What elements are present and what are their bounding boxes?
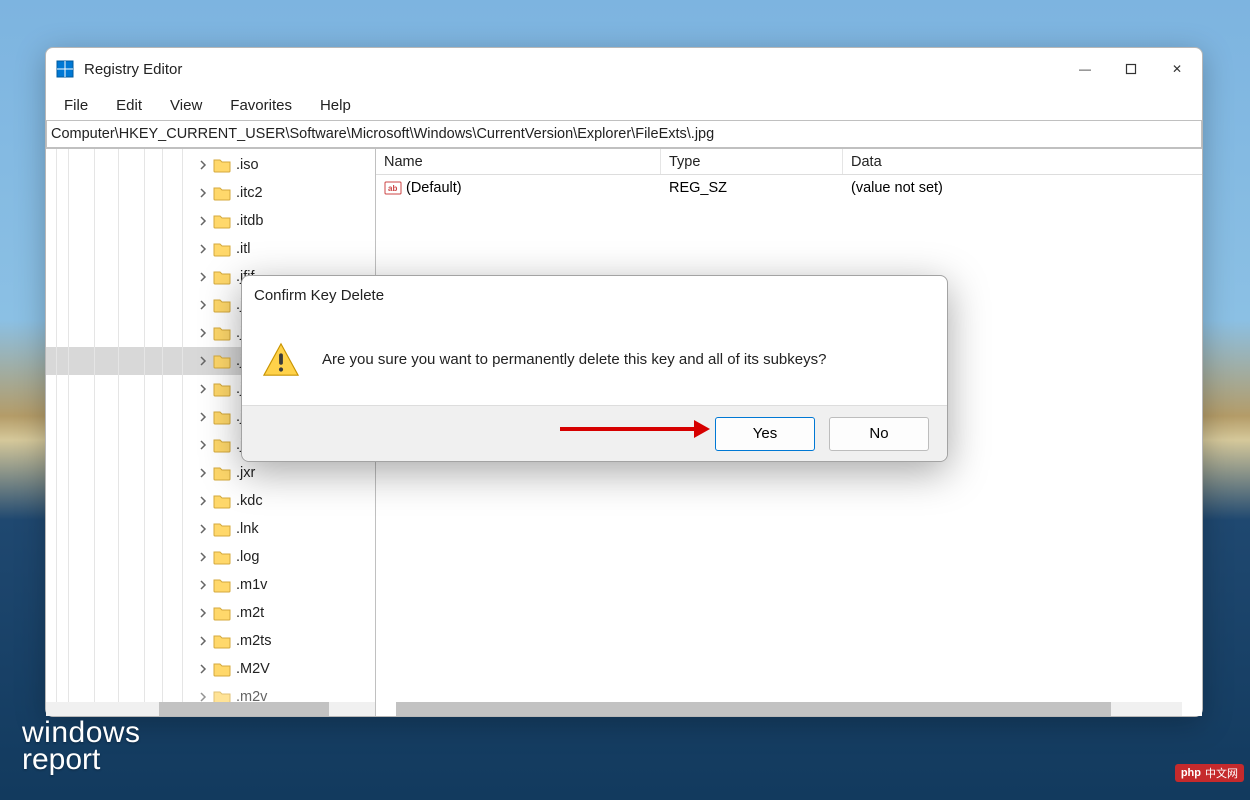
tree-item[interactable]: .m2ts <box>46 627 375 655</box>
folder-icon <box>213 185 231 201</box>
address-path[interactable]: Computer\HKEY_CURRENT_USER\Software\Micr… <box>47 124 1201 144</box>
folder-icon <box>213 297 231 313</box>
chevron-right-icon[interactable] <box>196 158 210 172</box>
chevron-right-icon[interactable] <box>196 326 210 340</box>
tree-item[interactable]: .itdb <box>46 207 375 235</box>
folder-icon <box>213 661 231 677</box>
tree-item-label: .M2V <box>236 661 270 677</box>
chevron-right-icon[interactable] <box>196 354 210 368</box>
titlebar: Registry Editor — ✕ <box>46 48 1202 90</box>
tree-item[interactable]: .jxr <box>46 459 375 487</box>
chevron-right-icon[interactable] <box>196 522 210 536</box>
chevron-right-icon[interactable] <box>196 214 210 228</box>
chevron-right-icon[interactable] <box>196 578 210 592</box>
folder-icon <box>213 437 231 453</box>
tree-horizontal-scrollbar[interactable] <box>46 702 376 716</box>
column-header-type[interactable]: Type <box>661 149 843 174</box>
folder-icon <box>213 381 231 397</box>
minimize-button[interactable]: — <box>1062 48 1108 90</box>
address-bar[interactable]: Computer\HKEY_CURRENT_USER\Software\Micr… <box>46 120 1202 148</box>
chevron-right-icon[interactable] <box>196 550 210 564</box>
tree-item-label: .log <box>236 549 259 565</box>
regedit-icon <box>56 60 74 78</box>
yes-button[interactable]: Yes <box>715 417 815 451</box>
chevron-right-icon[interactable] <box>196 382 210 396</box>
tree-item[interactable]: .M2V <box>46 655 375 683</box>
folder-icon <box>213 157 231 173</box>
tree-item-label: .itdb <box>236 213 263 229</box>
menubar: File Edit View Favorites Help <box>46 90 1202 120</box>
chevron-right-icon[interactable] <box>196 634 210 648</box>
chevron-right-icon[interactable] <box>196 410 210 424</box>
menu-help[interactable]: Help <box>306 95 365 116</box>
folder-icon <box>213 465 231 481</box>
folder-icon <box>213 241 231 257</box>
watermark-php-badge: php 中文网 <box>1175 764 1244 782</box>
tree-item[interactable]: .itc2 <box>46 179 375 207</box>
watermark-windows-report: windows report <box>22 719 141 774</box>
tree-item[interactable]: .iso <box>46 151 375 179</box>
tree-item[interactable]: .lnk <box>46 515 375 543</box>
window-title: Registry Editor <box>84 61 182 78</box>
menu-view[interactable]: View <box>156 95 216 116</box>
tree-item-label: .m1v <box>236 577 267 593</box>
values-horizontal-scrollbar[interactable] <box>396 702 1182 716</box>
maximize-button[interactable] <box>1108 48 1154 90</box>
folder-icon <box>213 269 231 285</box>
folder-icon <box>213 605 231 621</box>
chevron-right-icon[interactable] <box>196 438 210 452</box>
folder-icon <box>213 325 231 341</box>
tree-item-label: .jxr <box>236 465 255 481</box>
menu-edit[interactable]: Edit <box>102 95 156 116</box>
chevron-right-icon[interactable] <box>196 494 210 508</box>
dialog-message: Are you sure you want to permanently del… <box>322 351 826 368</box>
folder-icon <box>213 409 231 425</box>
folder-icon <box>213 549 231 565</box>
menu-file[interactable]: File <box>50 95 102 116</box>
confirm-key-delete-dialog: Confirm Key Delete Are you sure you want… <box>241 275 948 462</box>
folder-icon <box>213 633 231 649</box>
chevron-right-icon[interactable] <box>196 298 210 312</box>
chevron-right-icon[interactable] <box>196 606 210 620</box>
dialog-button-bar: Yes No <box>242 405 947 461</box>
dialog-title: Confirm Key Delete <box>242 276 947 314</box>
folder-icon <box>213 577 231 593</box>
tree-item-label: .m2ts <box>236 633 271 649</box>
folder-icon <box>213 213 231 229</box>
chevron-right-icon[interactable] <box>196 662 210 676</box>
tree-item[interactable]: .m1v <box>46 571 375 599</box>
values-columns-header[interactable]: Name Type Data <box>376 149 1202 175</box>
tree-item-label: .itc2 <box>236 185 263 201</box>
chevron-right-icon[interactable] <box>196 466 210 480</box>
menu-favorites[interactable]: Favorites <box>216 95 306 116</box>
chevron-right-icon[interactable] <box>196 270 210 284</box>
value-name: (Default) <box>406 180 462 196</box>
tree-item-label: .kdc <box>236 493 263 509</box>
svg-text:ab: ab <box>388 184 397 193</box>
tree-item[interactable]: .itl <box>46 235 375 263</box>
value-row[interactable]: ab (Default) REG_SZ (value not set) <box>376 175 1202 201</box>
no-button[interactable]: No <box>829 417 929 451</box>
tree-item-label: .iso <box>236 157 259 173</box>
folder-icon <box>213 353 231 369</box>
string-value-icon: ab <box>384 179 402 197</box>
warning-icon <box>262 341 300 379</box>
tree-item[interactable]: .m2t <box>46 599 375 627</box>
chevron-right-icon[interactable] <box>196 186 210 200</box>
tree-item[interactable]: .kdc <box>46 487 375 515</box>
tree-item-label: .itl <box>236 241 251 257</box>
scrollbar-thumb[interactable] <box>159 702 329 716</box>
tree-item-label: .m2t <box>236 605 264 621</box>
value-data: (value not set) <box>843 180 943 196</box>
value-type: REG_SZ <box>661 180 843 196</box>
chevron-right-icon[interactable] <box>196 242 210 256</box>
tree-item-label: .lnk <box>236 521 259 537</box>
folder-icon <box>213 521 231 537</box>
folder-icon <box>213 493 231 509</box>
scrollbar-thumb[interactable] <box>396 702 1111 716</box>
column-header-name[interactable]: Name <box>376 149 661 174</box>
tree-item[interactable]: .log <box>46 543 375 571</box>
column-header-data[interactable]: Data <box>843 149 1202 174</box>
close-button[interactable]: ✕ <box>1154 48 1200 90</box>
